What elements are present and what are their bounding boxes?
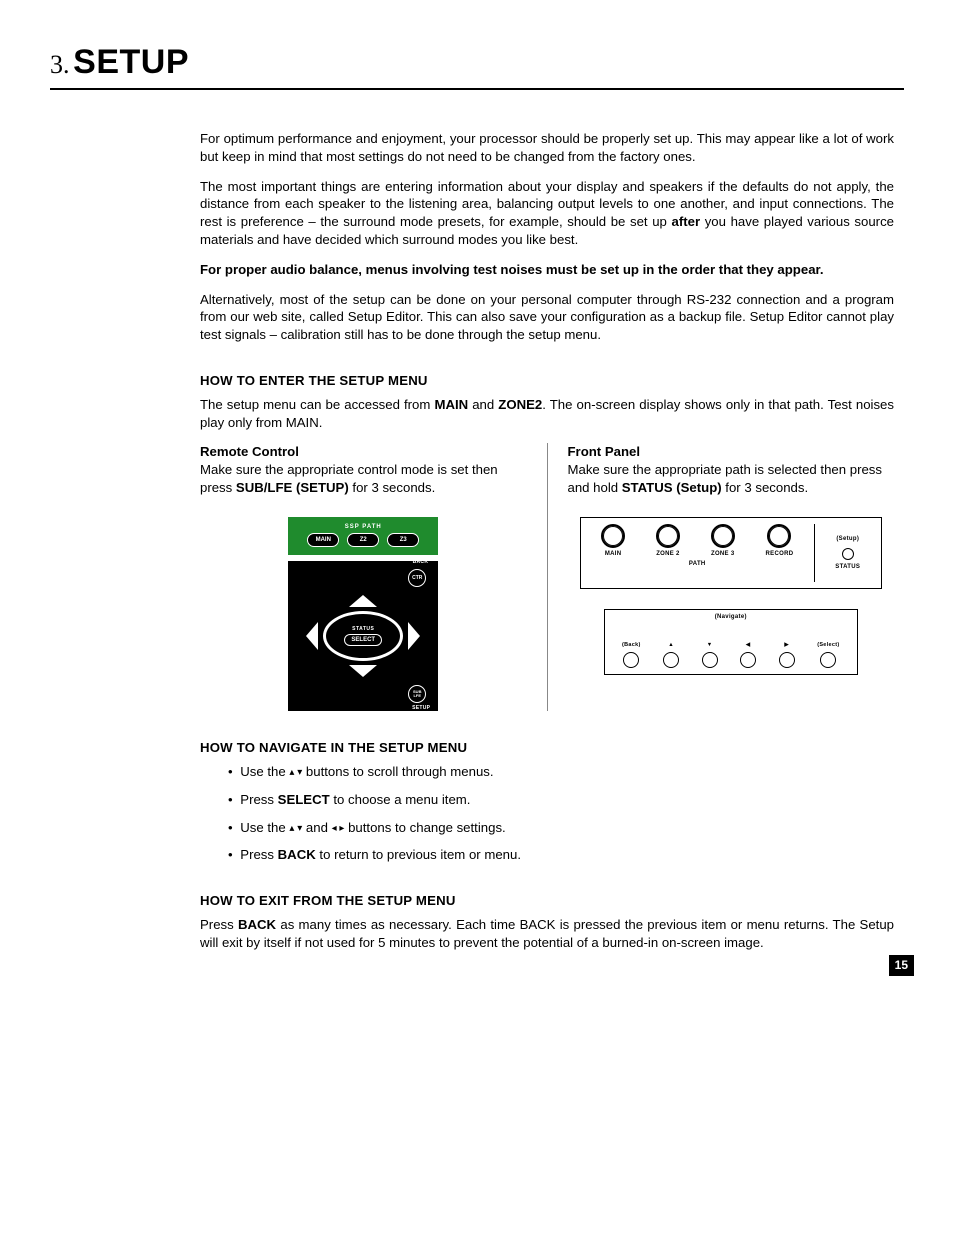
front-panel-diagram: MAIN ZONE 2 ZONE 3 RECORD PATH (Setup) S… <box>568 517 895 675</box>
ssp-main-button: MAIN <box>307 533 339 547</box>
right-arrow-icon <box>408 622 420 650</box>
enter-body: The setup menu can be accessed from MAIN… <box>200 396 894 432</box>
nav-left-button: ◀ <box>740 642 756 667</box>
chapter-title: 3. SETUP <box>50 40 904 90</box>
front-panel-text: Make sure the appropriate path is select… <box>568 461 895 497</box>
ssp-z3-button: Z3 <box>387 533 419 547</box>
nav-select-button: (Select) <box>817 642 839 667</box>
nav-right-button: ▶ <box>779 642 795 667</box>
list-item: Use the ▴ ▾ buttons to scroll through me… <box>240 763 894 781</box>
exit-body: Press BACK as many times as necessary. E… <box>200 916 894 952</box>
select-button: STATUS SELECT <box>323 611 403 661</box>
up-arrow-icon <box>349 595 377 607</box>
remote-control-text: Make sure the appropriate control mode i… <box>200 461 527 497</box>
remote-control-title: Remote Control <box>200 443 527 461</box>
knob-main: MAIN <box>601 524 625 558</box>
intro-p2: The most important things are entering i… <box>200 178 894 249</box>
intro-p4: Alternatively, most of the setup can be … <box>200 291 894 344</box>
left-right-arrow-icon: ◂ ▸ <box>332 823 345 834</box>
down-arrow-icon <box>349 665 377 677</box>
chapter-word: SETUP <box>73 43 189 81</box>
status-button <box>842 548 854 560</box>
knob-record: RECORD <box>766 524 794 558</box>
list-item: Press BACK to return to previous item or… <box>240 846 894 864</box>
navigate-list: Use the ▴ ▾ buttons to scroll through me… <box>240 763 894 864</box>
nav-down-button: ▼ <box>702 642 718 667</box>
ctr-button: CTR <box>408 569 426 587</box>
ssp-path-strip: SSP PATH MAIN Z2 Z3 <box>288 517 438 555</box>
heading-enter: HOW TO ENTER THE SETUP MENU <box>200 372 894 390</box>
knob-zone3: ZONE 3 <box>711 524 735 558</box>
heading-exit: HOW TO EXIT FROM THE SETUP MENU <box>200 892 894 910</box>
dpad: BACK CTR STATUS SELECT SUB LFE SETUP <box>288 561 438 711</box>
intro-p1: For optimum performance and enjoyment, y… <box>200 130 894 166</box>
knob-zone2: ZONE 2 <box>656 524 680 558</box>
left-arrow-icon <box>306 622 318 650</box>
up-down-arrow-icon: ▴ ▾ <box>289 767 302 778</box>
ssp-z2-button: Z2 <box>347 533 379 547</box>
heading-navigate: HOW TO NAVIGATE IN THE SETUP MENU <box>200 739 894 757</box>
sublfe-button: SUB LFE <box>408 685 426 703</box>
list-item: Use the ▴ ▾ and ◂ ▸ buttons to change se… <box>240 819 894 837</box>
intro-p3: For proper audio balance, menus involvin… <box>200 261 894 279</box>
list-item: Press SELECT to choose a menu item. <box>240 791 894 809</box>
chapter-number: 3. <box>50 50 70 79</box>
nav-up-button: ▲ <box>663 642 679 667</box>
page-number: 15 <box>889 955 914 975</box>
nav-back-button: (Back) <box>622 642 641 667</box>
up-down-arrow-icon: ▴ ▾ <box>289 823 302 834</box>
front-panel-title: Front Panel <box>568 443 895 461</box>
remote-diagram: SSP PATH MAIN Z2 Z3 BACK CTR STATUS <box>200 517 527 711</box>
